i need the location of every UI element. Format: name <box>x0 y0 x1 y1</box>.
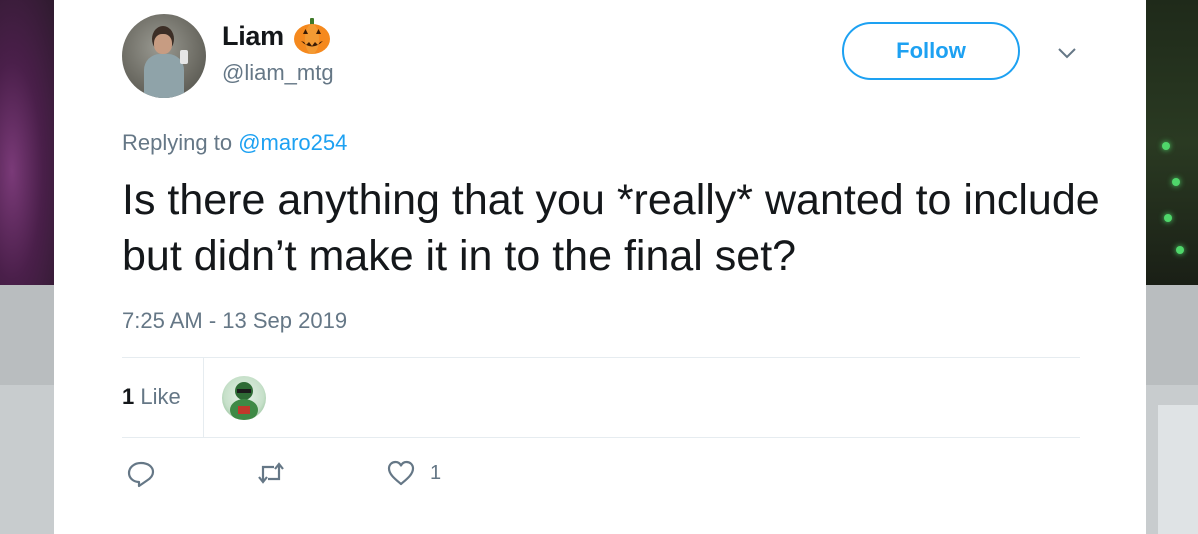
background-left <box>0 0 60 285</box>
like-count: 1 <box>430 461 442 484</box>
divider <box>122 357 1080 358</box>
liker-avatar[interactable] <box>222 376 266 420</box>
likes-count[interactable]: 1 Like <box>122 384 181 410</box>
pumpkin-icon <box>293 18 330 54</box>
likes-count-number: 1 <box>122 384 135 409</box>
likes-count-label: Like <box>134 384 181 409</box>
divider <box>122 437 1080 438</box>
tweet-actions: 1 <box>122 458 441 488</box>
background-left-lower <box>0 285 60 534</box>
user-handle[interactable]: @liam_mtg <box>222 60 334 86</box>
tweet-timestamp[interactable]: 7:25 AM - 13 Sep 2019 <box>122 308 347 334</box>
reply-context-prefix: Replying to <box>122 130 239 155</box>
avatar[interactable] <box>122 14 206 98</box>
background-right-lower <box>1142 285 1198 534</box>
likes-separator <box>203 358 204 437</box>
background-right <box>1142 0 1198 285</box>
reply-icon <box>127 461 155 488</box>
reply-button[interactable] <box>126 458 156 488</box>
tweet-text: Is there anything that you *really* want… <box>122 176 1100 280</box>
retweet-button[interactable] <box>256 458 286 488</box>
reply-context: Replying to @maro254 <box>122 130 347 156</box>
user-name[interactable]: Liam <box>222 21 284 52</box>
chevron-down-icon[interactable] <box>1056 42 1078 64</box>
tweet-card: Liam @liam_mtg Follow Replying to @maro2… <box>54 0 1146 534</box>
like-button[interactable]: 1 <box>386 458 441 488</box>
user-name-row[interactable]: Liam <box>222 16 332 56</box>
follow-button[interactable]: Follow <box>842 22 1020 80</box>
retweet-icon <box>258 462 284 484</box>
reply-mention-link[interactable]: @maro254 <box>238 130 347 155</box>
heart-icon <box>387 460 415 486</box>
